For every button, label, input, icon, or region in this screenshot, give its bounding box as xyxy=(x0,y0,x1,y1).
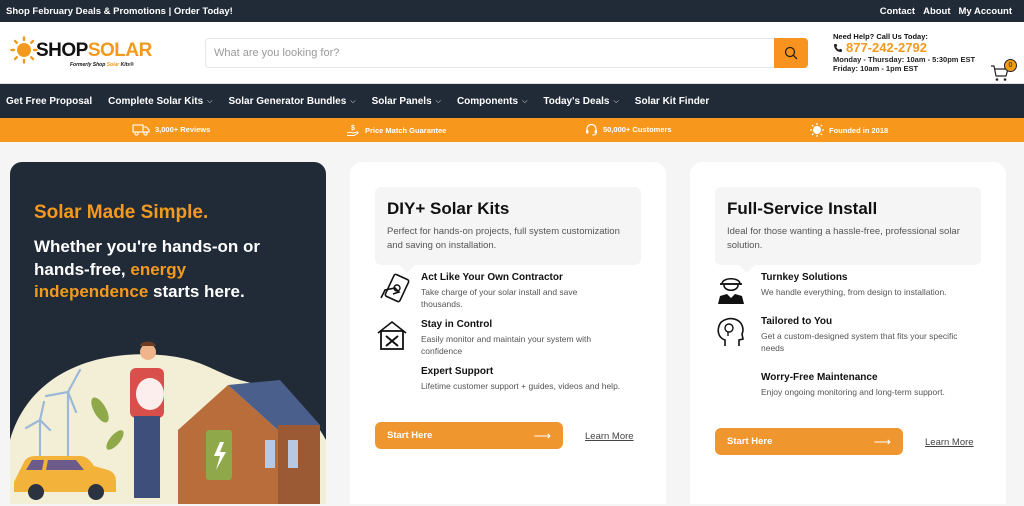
trust-item-founded: Founded in 2018 xyxy=(810,123,888,137)
main-nav: Get Free Proposal Complete Solar Kits ⌵ S… xyxy=(0,84,1024,118)
phone-icon xyxy=(834,44,842,52)
search-icon xyxy=(784,46,798,60)
chevron-down-icon: ⌵ xyxy=(350,98,356,105)
chevron-down-icon: ⌵ xyxy=(435,98,441,105)
card-description: Ideal for those wanting a hassle-free, p… xyxy=(727,226,960,251)
feature-item: Turnkey Solutions We handle everything, f… xyxy=(715,272,995,306)
card-title: DIY+ Solar Kits xyxy=(387,199,510,218)
diy-solar-kits-card: DIY+ Solar Kits Perfect for hands-on pro… xyxy=(350,162,666,504)
feature-title: Stay in Control xyxy=(421,319,493,330)
sun-icon xyxy=(810,123,824,137)
chevron-down-icon: ⌵ xyxy=(207,98,213,105)
feature-item: Stay in Control Easily monitor and mainta… xyxy=(375,319,655,357)
card-title: Full-Service Install xyxy=(727,199,878,218)
trust-item-price-match: $ Price Match Guarantee xyxy=(346,123,446,137)
nav-components[interactable]: Components ⌵ xyxy=(457,96,527,107)
help-contact: Need Help? Call Us Today: 877-242-2792 M… xyxy=(833,32,975,73)
feature-item: Expert Support Lifetime customer support … xyxy=(375,366,655,400)
trust-item-reviews: 3,000+ Reviews xyxy=(132,123,210,136)
feature-item: Tailored to You Get a custom-designed sys… xyxy=(715,316,995,354)
search-input[interactable] xyxy=(206,39,774,67)
hand-money-icon xyxy=(380,273,410,303)
start-here-button[interactable]: Start Here ⟶ xyxy=(715,428,903,455)
nav-complete-solar-kits[interactable]: Complete Solar Kits ⌵ xyxy=(108,96,212,107)
sun-logo-icon xyxy=(10,36,38,64)
arrow-right-icon: ⟶ xyxy=(873,434,891,449)
hero-subtitle: Whether you're hands-on or hands-free, e… xyxy=(34,237,260,301)
phone-link[interactable]: 877-242-2792 xyxy=(833,41,975,55)
feature-title: Turnkey Solutions xyxy=(761,272,848,283)
feature-text: Take charge of your solar install and sa… xyxy=(421,287,578,309)
hours-weekday: Monday - Thursday: 10am - 5:30pm EST xyxy=(833,55,976,64)
cart-count-badge: 0 xyxy=(1004,59,1017,72)
my-account-link[interactable]: My Account xyxy=(959,6,1012,17)
logo-tagline: Formerly Shop Solar Kits® xyxy=(70,62,134,68)
idea-head-icon xyxy=(717,317,744,346)
search-bar xyxy=(205,38,808,68)
nav-todays-deals[interactable]: Today's Deals ⌵ xyxy=(543,96,618,107)
promo-link[interactable]: Shop February Deals & Promotions | Order… xyxy=(6,6,233,17)
card-description: Perfect for hands-on projects, full syst… xyxy=(387,226,620,251)
logo-wordmark: SHOPSOLAR xyxy=(36,40,152,61)
hand-dollar-icon: $ xyxy=(346,125,359,136)
feature-item: Act Like Your Own Contractor Take charge … xyxy=(375,272,655,310)
learn-more-link[interactable]: Learn More xyxy=(925,437,974,448)
start-here-button[interactable]: Start Here ⟶ xyxy=(375,422,563,449)
top-links: Contact About My Account xyxy=(880,6,1012,17)
nav-solar-generator-bundles[interactable]: Solar Generator Bundles ⌵ xyxy=(228,96,355,107)
learn-more-link[interactable]: Learn More xyxy=(585,431,634,442)
about-link[interactable]: About xyxy=(923,6,950,17)
shopsolar-logo[interactable]: SHOPSOLAR Formerly Shop Solar Kits® xyxy=(10,36,152,72)
feature-title: Worry-Free Maintenance xyxy=(761,372,878,383)
main-content: Solar Made Simple. Whether you're hands-… xyxy=(0,142,1024,504)
feature-title: Act Like Your Own Contractor xyxy=(421,272,563,283)
hero-card: Solar Made Simple. Whether you're hands-… xyxy=(10,162,326,504)
truck-icon xyxy=(132,124,150,136)
trust-item-customers: 50,000+ Customers xyxy=(585,123,672,136)
feature-text: We handle everything, from design to ins… xyxy=(761,287,947,297)
contact-link[interactable]: Contact xyxy=(880,6,915,17)
site-header: SHOPSOLAR Formerly Shop Solar Kits® Need… xyxy=(0,22,1024,84)
feature-text: Get a custom-designed system that fits y… xyxy=(761,331,958,353)
feature-text: Easily monitor and maintain your system … xyxy=(421,334,592,356)
full-service-install-card: Full-Service Install Ideal for those wan… xyxy=(690,162,1006,504)
card-header: Full-Service Install Ideal for those wan… xyxy=(715,187,981,273)
nav-get-free-proposal[interactable]: Get Free Proposal xyxy=(6,96,92,107)
nav-solar-panels[interactable]: Solar Panels ⌵ xyxy=(372,96,441,107)
hero-illustration xyxy=(10,341,326,504)
house-tools-icon xyxy=(377,320,407,350)
card-header: DIY+ Solar Kits Perfect for hands-on pro… xyxy=(375,187,641,273)
nav-solar-kit-finder[interactable]: Solar Kit Finder xyxy=(635,96,709,107)
feature-item: Worry-Free Maintenance Enjoy ongoing moni… xyxy=(715,372,995,406)
worker-icon xyxy=(718,277,744,304)
svg-text:$: $ xyxy=(351,125,355,132)
chevron-down-icon: ⌵ xyxy=(522,98,528,105)
chevron-down-icon: ⌵ xyxy=(613,98,619,105)
hero-title: Solar Made Simple. xyxy=(34,202,209,223)
search-button[interactable] xyxy=(774,38,808,68)
feature-title: Tailored to You xyxy=(761,316,833,327)
headset-icon xyxy=(586,123,597,136)
top-announcement-bar: Shop February Deals & Promotions | Order… xyxy=(0,0,1024,22)
trust-bar: 3,000+ Reviews $ Price Match Guarantee 5… xyxy=(0,118,1024,142)
feature-text: Enjoy ongoing monitoring and long-term s… xyxy=(761,387,945,397)
feature-text: Lifetime customer support + guides, vide… xyxy=(421,381,621,391)
arrow-right-icon: ⟶ xyxy=(533,428,551,443)
feature-title: Expert Support xyxy=(421,366,494,377)
hours-friday: Friday: 10am - 1pm EST xyxy=(833,64,919,73)
cart-button[interactable]: 0 xyxy=(990,59,1017,86)
